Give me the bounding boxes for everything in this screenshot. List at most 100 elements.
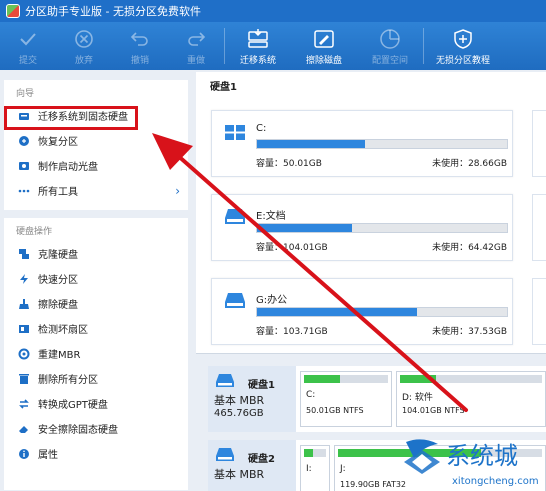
recover-partition-icon (18, 135, 30, 147)
disk-title: 硬盘1 (210, 82, 237, 93)
partition-name: C: (256, 123, 267, 134)
chevron-right-icon: › (175, 183, 180, 198)
sidebar-item-label: 快速分区 (38, 275, 78, 286)
redo-label: 重做 (186, 56, 205, 66)
sidebar-item-label: 制作启动光盘 (38, 162, 98, 173)
window-title: 分区助手专业版 - 无损分区免费软件 (25, 5, 201, 18)
undo-label: 撤销 (130, 56, 149, 66)
usage-bar-fill (257, 140, 365, 148)
redo-icon (185, 28, 207, 50)
disk-row-1[interactable]: 硬盘1 基本 MBR 465.76GB C: 50.01GB NTFS D: 软… (208, 366, 546, 432)
drive-icon (225, 293, 245, 308)
cancel-circle-icon (73, 28, 95, 50)
map-usage-fill (304, 449, 313, 457)
allocate-space-button[interactable]: 配置空间 (357, 22, 423, 70)
sidebar-item-bad-sector[interactable]: 检测坏扇区 (4, 316, 188, 341)
wipe-icon (18, 298, 30, 310)
sidebar-item-convert-gpt[interactable]: 转换成GPT硬盘 (4, 391, 188, 416)
disk-info: 硬盘1 基本 MBR 465.76GB (208, 366, 296, 432)
sidebar-item-label: 属性 (38, 450, 58, 461)
watermark-logo-icon (404, 439, 440, 474)
wipe-disk-icon (313, 28, 335, 50)
disk-map-partition[interactable]: D: 软件 104.01GB NTFS (396, 371, 546, 427)
partition-card-c[interactable]: C: 容量：50.01GB 未使用：28.66GB (211, 110, 513, 177)
free-space-text: 未使用：28.66GB (432, 159, 507, 169)
commit-button[interactable]: 提交 (0, 22, 56, 70)
redo-button[interactable]: 重做 (168, 22, 224, 70)
sidebar-item-wipe-disk[interactable]: 擦除硬盘 (4, 291, 188, 316)
free-space-text: 未使用：64.42GB (432, 243, 507, 253)
bad-sector-icon (18, 323, 30, 335)
discard-button[interactable]: 放弃 (56, 22, 112, 70)
disk-ops-panel: 硬盘操作 克隆硬盘 快速分区 擦除硬盘 检测坏扇区 重建MBR 删除所有分区 转… (4, 218, 188, 490)
sidebar-item-label: 检测坏扇区 (38, 325, 88, 336)
watermark-url: xitongcheng.com (452, 476, 539, 487)
windows-drive-icon (225, 125, 245, 140)
shield-icon (452, 28, 474, 50)
sidebar-item-quick-partition[interactable]: 快速分区 (4, 266, 188, 291)
tutorial-button[interactable]: 无损分区教程 (424, 22, 502, 70)
wizard-panel: 向导 迁移系统到固态硬盘 恢复分区 制作启动光盘 所有工具 › (4, 80, 188, 210)
sidebar-item-label: 恢复分区 (38, 137, 78, 148)
properties-icon (18, 448, 30, 460)
clone-disk-icon (18, 248, 30, 260)
usage-bar-fill (257, 308, 417, 316)
quick-partition-icon (18, 273, 30, 285)
disk-name: 硬盘2 (248, 454, 275, 465)
sidebar-item-all-tools[interactable]: 所有工具 › (4, 178, 188, 203)
disk-name: 硬盘1 (248, 380, 275, 391)
sidebar-item-label: 转换成GPT硬盘 (38, 400, 108, 411)
usage-bar (256, 139, 508, 149)
map-usage-bar (304, 449, 326, 457)
sidebar-item-rebuild-mbr[interactable]: 重建MBR (4, 341, 188, 366)
partition-card-partial[interactable] (532, 110, 546, 177)
partition-card-e[interactable]: E:文档 容量：104.01GB 未使用：64.42GB (211, 194, 513, 261)
check-icon (17, 28, 39, 50)
disk-map-partition[interactable]: C: 50.01GB NTFS (300, 371, 392, 427)
map-partition-desc: 50.01GB NTFS (306, 406, 364, 415)
wipe-disk-button[interactable]: 擦除磁盘 (291, 22, 357, 70)
app-logo-icon (6, 4, 20, 18)
disk-type: 基本 MBR (214, 468, 265, 481)
toolbar: 提交 放弃 撤销 重做 迁移系统 擦除磁盘 配置空间 无损分区教程 (0, 22, 546, 70)
map-partition-desc: 104.01GB NTFS (402, 406, 465, 415)
title-bar: 分区助手专业版 - 无损分区免费软件 (0, 0, 546, 22)
disk-map-partition[interactable]: I: (300, 445, 330, 491)
partition-card-partial[interactable] (532, 194, 546, 261)
more-dots-icon (18, 185, 30, 197)
map-usage-bar (304, 375, 388, 383)
disk-size: 465.76GB (214, 408, 264, 419)
sidebar-item-label: 擦除硬盘 (38, 300, 78, 311)
sidebar-item-label: 安全擦除固态硬盘 (38, 425, 118, 436)
sidebar-item-boot-disc[interactable]: 制作启动光盘 (4, 153, 188, 178)
sidebar-item-secure-erase[interactable]: 安全擦除固态硬盘 (4, 416, 188, 441)
sidebar-item-delete-partitions[interactable]: 删除所有分区 (4, 366, 188, 391)
disk-ops-header: 硬盘操作 (16, 227, 53, 237)
wizard-header: 向导 (16, 89, 35, 99)
partition-name: E:文档 (256, 211, 286, 222)
sidebar-item-properties[interactable]: 属性 (4, 441, 188, 466)
map-usage-fill (400, 375, 436, 383)
boot-disc-icon (18, 160, 30, 172)
sidebar: 向导 迁移系统到固态硬盘 恢复分区 制作启动光盘 所有工具 › 硬盘操作 克隆硬… (0, 72, 192, 491)
delete-partitions-icon (18, 373, 30, 385)
convert-gpt-icon (18, 398, 30, 410)
sidebar-item-recover-partition[interactable]: 恢复分区 (4, 128, 188, 153)
sidebar-item-label: 所有工具 (38, 187, 78, 198)
partition-card-partial[interactable] (532, 278, 546, 345)
drive-icon (225, 209, 245, 224)
tutorial-label: 无损分区教程 (435, 56, 490, 66)
migrate-os-button[interactable]: 迁移系统 (225, 22, 291, 70)
discard-label: 放弃 (74, 56, 93, 66)
capacity-text: 容量：50.01GB (256, 159, 322, 169)
undo-icon (129, 28, 151, 50)
allocate-space-label: 配置空间 (371, 56, 408, 66)
sidebar-item-clone-disk[interactable]: 克隆硬盘 (4, 241, 188, 266)
undo-button[interactable]: 撤销 (112, 22, 168, 70)
secure-erase-icon (18, 423, 30, 435)
allocate-space-icon (379, 28, 401, 50)
partition-card-g[interactable]: G:办公 容量：103.71GB 未使用：37.53GB (211, 278, 513, 345)
usage-bar (256, 307, 508, 317)
sidebar-item-label: 重建MBR (38, 350, 81, 361)
commit-label: 提交 (18, 56, 37, 66)
